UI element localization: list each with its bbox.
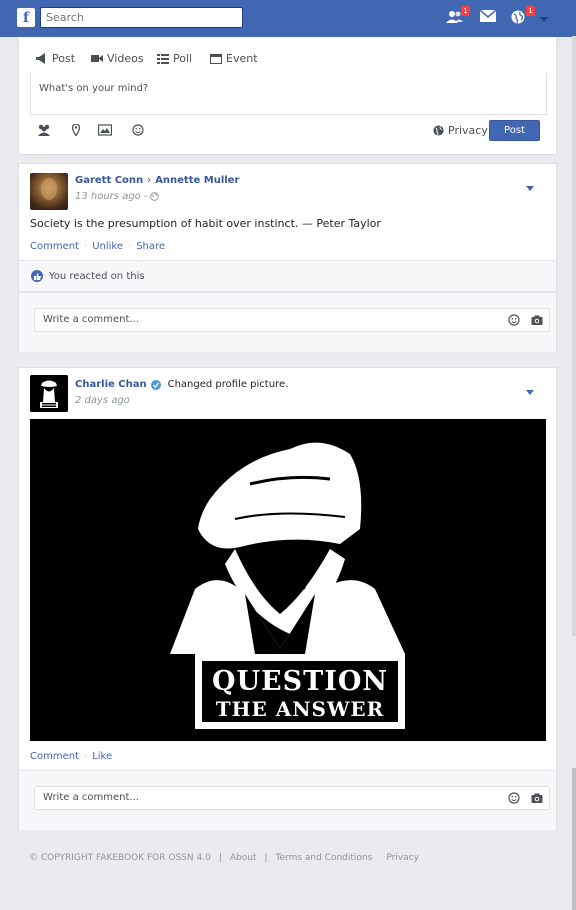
globe-icon <box>433 125 444 136</box>
friends-badge: 1 <box>461 6 470 16</box>
profile-picture-image[interactable]: QUESTION THE ANSWER <box>30 419 546 741</box>
link-separator: · <box>128 241 132 252</box>
verified-icon <box>150 379 161 390</box>
tab-post-label: Post <box>52 52 76 65</box>
comment-input[interactable]: Write a comment... <box>34 786 550 810</box>
notifications-badge: 1 <box>526 6 535 16</box>
camera-icon[interactable] <box>531 792 543 804</box>
top-navigation-bar: f 1 1 <box>0 0 576 37</box>
post-time: 13 hours ago <box>75 191 141 202</box>
globe-icon[interactable]: 1 <box>511 6 535 26</box>
emoji-icon[interactable] <box>131 124 145 136</box>
bullhorn-icon <box>36 53 45 64</box>
tab-videos[interactable]: Videos <box>91 52 144 65</box>
post-header: Garett Conn › Annette Muller <box>75 175 239 186</box>
link-separator: · <box>84 241 88 252</box>
comment-placeholder: Write a comment... <box>43 314 139 325</box>
photo-icon[interactable] <box>97 124 113 136</box>
footer-privacy-link[interactable]: Privacy <box>386 853 419 863</box>
footer-terms-link[interactable]: Terms and Conditions <box>276 853 373 863</box>
site-footer: © COPYRIGHT FAKEBOOK FOR OSSN 4.0 | Abou… <box>29 853 419 863</box>
post-menu-caret[interactable] <box>526 186 534 191</box>
scrollbar-thumb[interactable] <box>572 768 576 910</box>
post-timestamp: 13 hours ago - <box>75 191 160 202</box>
footer-about-link[interactable]: About <box>230 853 257 863</box>
post-menu-caret[interactable] <box>526 390 534 395</box>
post-timestamp: 2 days ago <box>75 395 130 406</box>
chevron-down-icon[interactable] <box>540 17 548 22</box>
friends-icon[interactable]: 1 <box>446 6 470 26</box>
post-card: Garett Conn › Annette Muller 13 hours ag… <box>18 163 557 352</box>
comment-bar: Write a comment... <box>19 292 556 352</box>
tab-post[interactable]: Post <box>36 52 75 65</box>
target-user-link[interactable]: Annette Muller <box>155 175 239 186</box>
comment-placeholder: Write a comment... <box>43 792 139 803</box>
privacy-label: Privacy <box>448 124 488 137</box>
privacy-selector[interactable]: Privacy <box>433 124 488 137</box>
post-text: Society is the presumption of habit over… <box>30 217 381 230</box>
envelope-icon[interactable] <box>479 9 498 26</box>
post-card: Charlie Chan Changed profile picture. 2 … <box>18 367 557 830</box>
video-icon <box>91 55 103 62</box>
emoji-icon[interactable] <box>508 792 520 804</box>
footer-separator: | <box>218 853 222 863</box>
image-text-bottom: THE ANSWER <box>216 697 385 721</box>
avatar[interactable] <box>30 375 68 412</box>
tag-friends-icon[interactable] <box>37 124 51 136</box>
like-link[interactable]: Like <box>92 751 112 762</box>
status-textarea[interactable]: What's on your mind? <box>30 73 547 115</box>
list-icon <box>157 54 169 64</box>
emoji-icon[interactable] <box>508 314 520 326</box>
footer-separator: | <box>264 853 268 863</box>
copyright-text: © COPYRIGHT FAKEBOOK FOR OSSN 4.0 <box>29 853 211 863</box>
tab-event-label: Event <box>226 52 258 65</box>
tab-poll-label: Poll <box>173 52 193 65</box>
share-link[interactable]: Share <box>136 241 165 252</box>
time-separator: - <box>143 191 148 202</box>
search-input[interactable] <box>40 7 243 28</box>
post-composer: Post Videos Poll Event What's on your mi… <box>18 37 557 155</box>
chevron-right-icon: › <box>147 175 152 186</box>
post-header: Charlie Chan Changed profile picture. <box>75 379 288 390</box>
post-actions: Comment · Unlike · Share <box>30 241 165 252</box>
link-separator: · <box>84 751 88 762</box>
calendar-icon <box>210 54 222 64</box>
camera-icon[interactable] <box>531 314 543 326</box>
avatar[interactable] <box>30 173 68 210</box>
author-link[interactable]: Charlie Chan <box>75 379 147 390</box>
tab-poll[interactable]: Poll <box>157 52 192 65</box>
comment-input[interactable]: Write a comment... <box>34 308 550 332</box>
comment-link[interactable]: Comment <box>30 241 79 252</box>
reaction-summary: You reacted on this <box>19 260 556 292</box>
tab-videos-label: Videos <box>107 52 144 65</box>
post-time: 2 days ago <box>75 395 130 406</box>
author-link[interactable]: Garett Conn <box>75 175 143 186</box>
post-actions: Comment · Like <box>30 751 112 762</box>
site-logo[interactable]: f <box>17 8 35 27</box>
tab-event[interactable]: Event <box>210 52 258 65</box>
thumbs-up-icon <box>31 270 43 282</box>
comment-bar: Write a comment... <box>19 770 556 830</box>
scrollbar-track <box>572 36 576 636</box>
post-action-text: Changed profile picture. <box>167 379 289 390</box>
reaction-text: You reacted on this <box>49 270 145 282</box>
location-icon[interactable] <box>69 123 83 137</box>
globe-icon <box>150 192 160 201</box>
image-text-top: QUESTION <box>212 666 388 697</box>
unlike-link[interactable]: Unlike <box>92 241 123 252</box>
comment-link[interactable]: Comment <box>30 751 79 762</box>
post-button[interactable]: Post <box>489 120 540 141</box>
